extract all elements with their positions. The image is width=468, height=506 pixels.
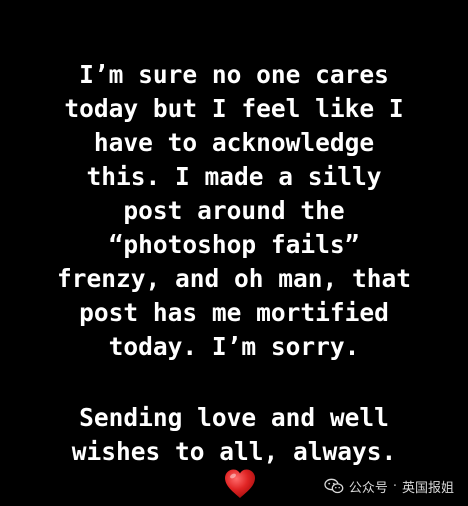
post-paragraph-1: I’m sure no one cares today but I feel l…: [0, 58, 468, 364]
heart-icon: [225, 469, 255, 498]
text-line: frenzy, and oh man, that: [56, 264, 411, 293]
text-line: I’m sure no one cares: [79, 60, 389, 89]
story-canvas: I’m sure no one cares today but I feel l…: [0, 0, 468, 506]
text-line: post around the: [123, 196, 345, 225]
text-line: wishes to all, always.: [71, 437, 397, 466]
text-line: Sending love and well: [79, 403, 389, 432]
text-line: “photoshop fails”: [108, 230, 360, 259]
wechat-icon: [324, 478, 344, 494]
watermark: 公众号 · 英国报姐: [324, 475, 454, 497]
text-line: today. I’m sorry.: [108, 332, 360, 361]
text-line: post has me mortified: [79, 298, 389, 327]
text-line: have to acknowledge: [93, 128, 375, 157]
watermark-separator: ·: [392, 478, 397, 494]
post-paragraph-2: Sending love and well wishes to all, alw…: [0, 401, 468, 469]
watermark-account: 英国报姐: [401, 480, 454, 496]
text-line: this. I made a silly: [86, 162, 382, 191]
text-line: today but I feel like I: [64, 94, 404, 123]
watermark-platform: 公众号: [348, 480, 388, 496]
